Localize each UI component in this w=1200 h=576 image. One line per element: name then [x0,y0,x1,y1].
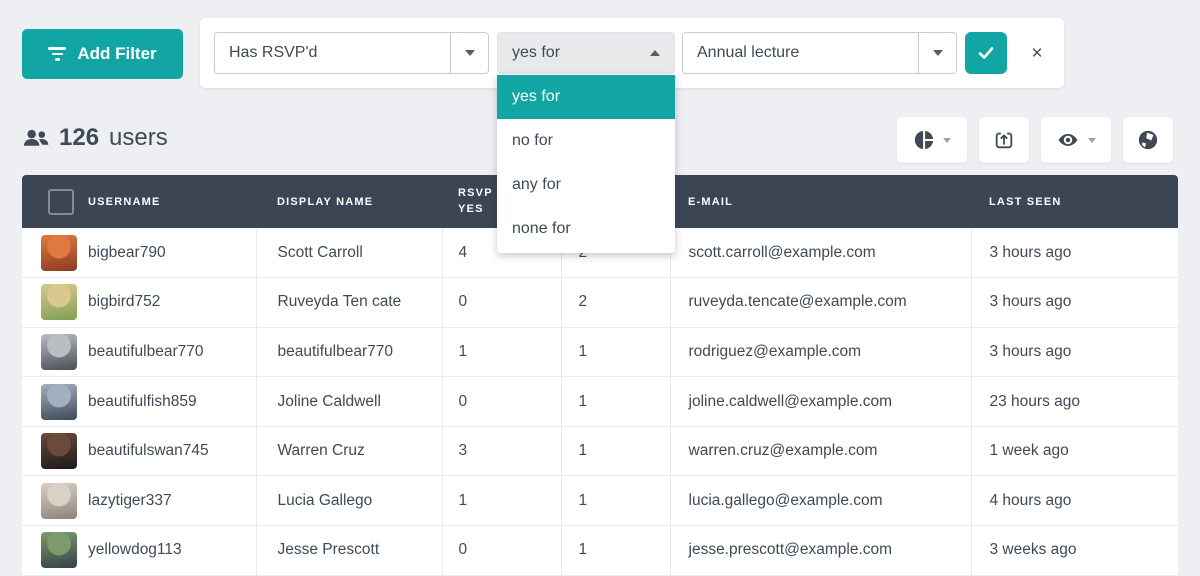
email: warren.cruz@example.com [670,426,971,476]
filter-value-select[interactable]: Annual lecture [682,32,957,74]
chevron-down-icon [450,33,488,73]
avatar [41,235,77,271]
avatar [41,433,77,469]
check-icon [976,43,996,63]
table-row[interactable]: lazytiger337 Lucia Gallego 1 1 lucia.gal… [22,476,1178,526]
display-name: Lucia Gallego [256,476,442,526]
display-name: Scott Carroll [256,228,442,278]
username: lazytiger337 [88,492,172,510]
user-count: 126 [59,124,99,152]
email: scott.carroll@example.com [670,228,971,278]
users-icon [22,128,49,148]
user-count-heading: 126 users [22,124,168,152]
table-row[interactable]: bigbird752 Ruveyda Ten cate 0 2 ruveyda.… [22,278,1178,328]
chevron-down-icon [943,138,951,143]
last-seen: 3 hours ago [971,278,1178,328]
filter-value-value: Annual lecture [683,44,918,62]
username: beautifulbear770 [88,343,204,361]
rsvp-yes-count: 3 [442,426,561,476]
dropdown-option[interactable]: no for [497,119,675,163]
eye-icon [1056,129,1080,151]
display-name: Warren Cruz [256,426,442,476]
username: beautifulswan745 [88,442,209,460]
email: joline.caldwell@example.com [670,377,971,427]
column-header-email[interactable]: E-MAIL [670,175,971,228]
dropdown-option[interactable]: none for [497,207,675,251]
email: ruveyda.tencate@example.com [670,278,971,328]
dropdown-option[interactable]: any for [497,163,675,207]
last-seen: 23 hours ago [971,377,1178,427]
username: bigbear790 [88,244,166,262]
last-seen: 3 hours ago [971,228,1178,278]
pie-chart-icon [913,129,935,151]
display-name: Joline Caldwell [256,377,442,427]
last-seen: 1 week ago [971,426,1178,476]
rsvp-other-count: 1 [561,476,670,526]
export-icon [993,129,1015,151]
chevron-up-icon [636,33,674,73]
rsvp-yes-count: 0 [442,526,561,576]
last-seen: 3 hours ago [971,327,1178,377]
table-row[interactable]: yellowdog113 Jesse Prescott 0 1 jesse.pr… [22,526,1178,576]
dropdown-option[interactable]: yes for [497,75,675,119]
chart-menu-button[interactable] [897,117,967,163]
avatar [41,532,77,568]
last-seen: 3 weeks ago [971,526,1178,576]
username: yellowdog113 [88,541,182,559]
table-toolbar [897,117,1173,163]
add-filter-button[interactable]: Add Filter [22,29,183,79]
chevron-down-icon [918,33,956,73]
username: bigbird752 [88,293,160,311]
rsvp-other-count: 1 [561,526,670,576]
last-seen: 4 hours ago [971,476,1178,526]
rsvp-other-count: 2 [561,278,670,328]
visibility-menu-button[interactable] [1041,117,1111,163]
rsvp-yes-count: 0 [442,377,561,427]
user-count-label: users [109,124,168,152]
avatar [41,483,77,519]
avatar [41,334,77,370]
column-header-username[interactable]: USERNAME [88,196,161,208]
apply-filter-button[interactable] [965,32,1007,74]
table-row[interactable]: beautifulbear770 beautifulbear770 1 1 ro… [22,327,1178,377]
table-row[interactable]: beautifulswan745 Warren Cruz 3 1 warren.… [22,426,1178,476]
username: beautifulfish859 [88,393,197,411]
email: jesse.prescott@example.com [670,526,971,576]
remove-filter-button[interactable]: × [1025,44,1049,63]
globe-button[interactable] [1123,117,1173,163]
rsvp-yes-count: 1 [442,476,561,526]
table-row[interactable]: beautifulfish859 Joline Caldwell 0 1 jol… [22,377,1178,427]
filter-icon [48,47,66,61]
rsvp-other-count: 1 [561,377,670,427]
column-header-last-seen[interactable]: LAST SEEN [971,175,1178,228]
display-name: Ruveyda Ten cate [256,278,442,328]
rsvp-other-count: 1 [561,327,670,377]
filter-operator-select[interactable]: yes for [497,32,675,74]
rsvp-other-count: 1 [561,426,670,476]
rsvp-yes-count: 0 [442,278,561,328]
chevron-down-icon [1088,138,1096,143]
add-filter-label: Add Filter [77,44,156,64]
filter-field-select[interactable]: Has RSVP'd [214,32,489,74]
operator-dropdown: yes forno forany fornone for [497,75,675,253]
filter-field-value: Has RSVP'd [215,44,450,62]
avatar [41,384,77,420]
export-button[interactable] [979,117,1029,163]
email: rodriguez@example.com [670,327,971,377]
globe-icon [1137,129,1159,151]
email: lucia.gallego@example.com [670,476,971,526]
column-header-display-name[interactable]: DISPLAY NAME [256,175,442,228]
select-all-checkbox[interactable] [48,189,74,215]
display-name: Jesse Prescott [256,526,442,576]
rsvp-yes-count: 1 [442,327,561,377]
avatar [41,284,77,320]
filter-operator-value: yes for [498,44,636,62]
display-name: beautifulbear770 [256,327,442,377]
